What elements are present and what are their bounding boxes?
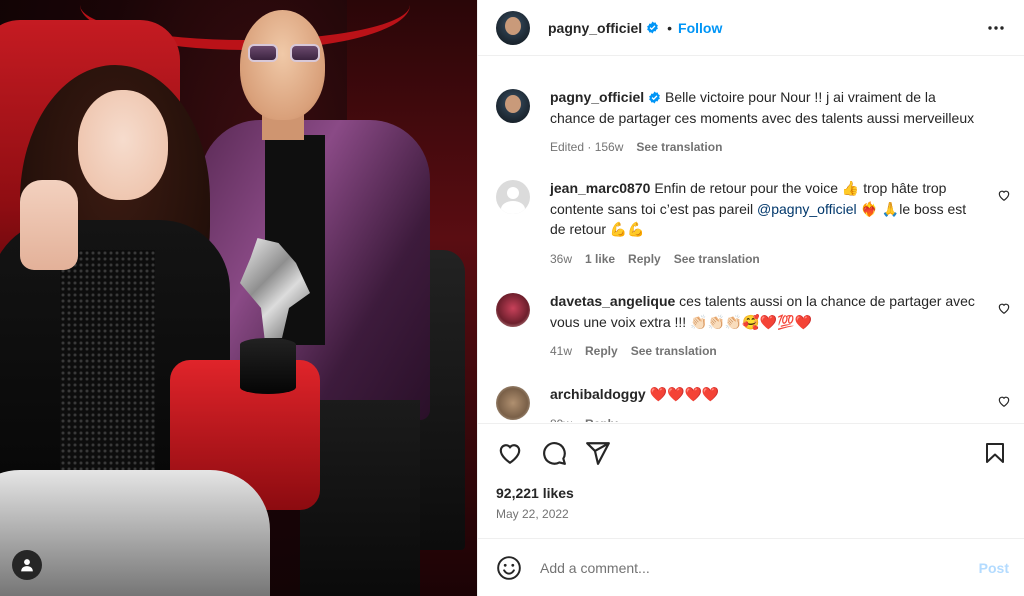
comment-item: jean_marc0870 Enfin de retour pour the v… xyxy=(496,178,1011,269)
separator-dot: • xyxy=(667,19,673,36)
post-comment-button[interactable]: Post xyxy=(979,560,1009,576)
author-avatar[interactable] xyxy=(496,89,530,123)
comment-item: davetas_angelique ces talents aussi on l… xyxy=(496,291,1011,362)
post-details-panel: pagny_officiel • Follow pagny_officiel B… xyxy=(477,0,1024,596)
post-caption: pagny_officiel Belle victoire pour Nour … xyxy=(496,87,1011,158)
reply-button[interactable]: Reply xyxy=(585,414,618,423)
comment-age: 36w xyxy=(550,251,573,266)
add-comment-bar: Post xyxy=(478,538,1024,596)
user-tag-icon[interactable] xyxy=(12,550,42,580)
comment-username[interactable]: archibaldoggy xyxy=(550,386,646,402)
caption-edited-age: Edited · 156w xyxy=(550,140,624,154)
post-photo[interactable] xyxy=(0,0,477,596)
emoji-icon[interactable] xyxy=(496,555,522,581)
like-comment-heart-icon[interactable] xyxy=(997,188,1011,202)
comment-item: archibaldoggy ❤️❤️❤️❤️ 89w Reply xyxy=(496,384,1011,422)
commenter-avatar[interactable] xyxy=(496,293,530,327)
share-icon[interactable] xyxy=(584,439,612,467)
caption-username[interactable]: pagny_officiel xyxy=(550,89,644,105)
commenter-avatar[interactable] xyxy=(496,180,530,214)
post-date: May 22, 2022 xyxy=(496,507,569,521)
like-comment-heart-icon[interactable] xyxy=(997,301,1011,315)
comment-age: 41w xyxy=(550,344,573,358)
verified-badge-icon xyxy=(649,91,661,104)
post-header: pagny_officiel • Follow xyxy=(478,0,1024,56)
more-options-icon[interactable] xyxy=(984,16,1008,40)
commenter-avatar[interactable] xyxy=(496,386,530,420)
like-comment-heart-icon[interactable] xyxy=(997,394,1011,408)
comment-input[interactable] xyxy=(540,559,979,576)
verified-badge-icon xyxy=(647,21,659,34)
comment-username[interactable]: davetas_angelique xyxy=(550,293,675,309)
author-username[interactable]: pagny_officiel xyxy=(548,20,642,36)
post-actions-bar xyxy=(478,423,1024,481)
comment-age: 89w xyxy=(550,414,572,423)
comments-list[interactable]: pagny_officiel Belle victoire pour Nour … xyxy=(478,57,1024,422)
author-avatar[interactable] xyxy=(496,10,530,45)
heart-icon[interactable] xyxy=(496,439,524,467)
instagram-post-modal: pagny_officiel • Follow pagny_officiel B… xyxy=(0,0,1024,596)
comment-text: ❤️❤️❤️❤️ xyxy=(649,386,720,402)
comment-username[interactable]: jean_marc0870 xyxy=(550,180,650,196)
comment-icon[interactable] xyxy=(540,439,568,467)
comment-mention[interactable]: @pagny_officiel xyxy=(757,201,857,217)
likes-count[interactable]: 92,221 likes xyxy=(496,485,574,501)
see-translation-link[interactable]: See translation xyxy=(674,249,760,270)
comment-likes[interactable]: 1 like xyxy=(585,249,615,270)
see-translation-link[interactable]: See translation xyxy=(636,137,722,158)
reply-button[interactable]: Reply xyxy=(628,249,661,270)
follow-button[interactable]: Follow xyxy=(678,20,722,36)
see-translation-link[interactable]: See translation xyxy=(631,341,717,362)
bookmark-icon[interactable] xyxy=(981,439,1009,467)
reply-button[interactable]: Reply xyxy=(585,341,618,362)
